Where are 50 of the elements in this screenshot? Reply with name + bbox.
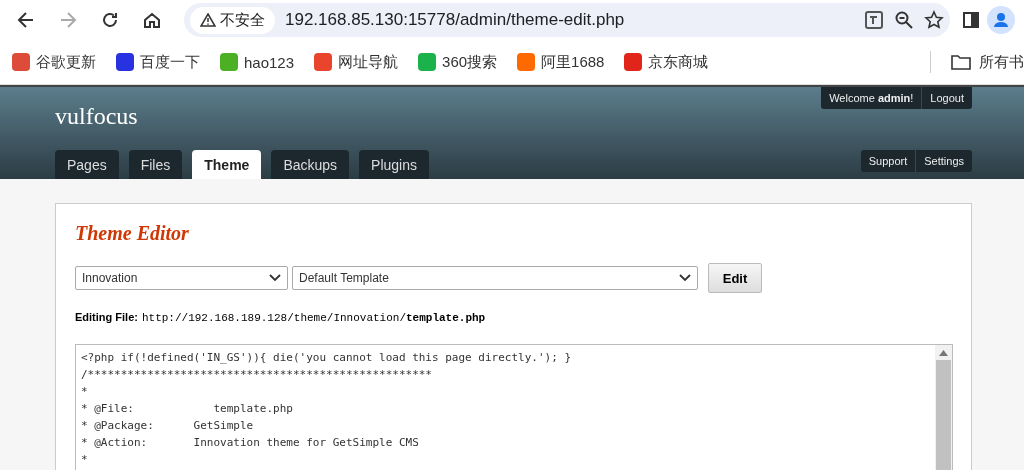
- bookmark-link[interactable]: 360搜索: [418, 52, 498, 72]
- theme-dropdown[interactable]: Innovation: [75, 266, 288, 290]
- scrollbar-thumb[interactable]: [936, 360, 951, 470]
- bookmark-link[interactable]: 京东商城: [624, 52, 709, 72]
- page-heading: Theme Editor: [75, 222, 190, 245]
- code-line: <?php if(!defined('IN_GS')){ die('you cannot load this page directly.'); }: [81, 350, 573, 366]
- code-line: *: [81, 452, 89, 468]
- code-editor[interactable]: [75, 344, 953, 470]
- address-bar[interactable]: 不安全 192.168.85.130:15778/admin/theme-edit.php: [184, 3, 950, 37]
- header-link[interactable]: Support: [860, 150, 916, 172]
- welcome-text: Welcome admin!: [828, 91, 915, 106]
- bookmark-link[interactable]: 百度一下: [116, 52, 200, 72]
- chevron-icon: [679, 274, 691, 282]
- nav-tab[interactable]: Pages: [55, 150, 119, 179]
- zoom-icon[interactable]: [894, 10, 914, 30]
- warning-icon: [200, 13, 216, 27]
- bookmark-link[interactable]: 网址导航: [314, 52, 399, 72]
- code-line: * @File: template.php: [81, 401, 294, 417]
- logout-link[interactable]: Logout: [921, 87, 972, 109]
- scroll-up-icon[interactable]: [939, 350, 948, 356]
- bookmark-link[interactable]: 谷歌更新: [12, 52, 96, 72]
- nav-tab[interactable]: Backups: [271, 150, 350, 179]
- nav-tab[interactable]: Theme: [192, 150, 262, 179]
- scrollbar[interactable]: [935, 345, 952, 470]
- code-line: * @Action: Innovation theme for GetSimple CMS: [81, 435, 420, 451]
- header-link[interactable]: Settings: [915, 150, 972, 172]
- editing-file-label: Editing File:: [75, 311, 138, 323]
- editing-file-path: http://192.168.189.128/theme/Innovation/template.php: [141, 312, 486, 324]
- star-icon[interactable]: [924, 10, 944, 30]
- template-dropdown[interactable]: Default Template: [292, 266, 698, 290]
- bookmark-link[interactable]: 阿里1688: [517, 52, 605, 72]
- bookmark-link[interactable]: hao123: [220, 53, 295, 71]
- site-title[interactable]: vulfocus: [55, 103, 429, 130]
- chevron-icon: [269, 274, 281, 282]
- back-arrow-icon[interactable]: [17, 11, 35, 29]
- code-line: *: [81, 384, 89, 400]
- nav-tab[interactable]: Files: [128, 150, 183, 179]
- reload-icon[interactable]: [101, 11, 119, 29]
- translate-icon[interactable]: [864, 10, 884, 30]
- folder-icon: [951, 54, 971, 70]
- side-panel-icon[interactable]: [962, 11, 980, 29]
- url-text: 192.168.85.130:15778/admin/theme-edit.php: [285, 10, 626, 30]
- profile-avatar-icon[interactable]: [986, 5, 1016, 35]
- code-line: /****************************************************: [81, 367, 433, 383]
- home-icon[interactable]: [143, 11, 161, 29]
- security-chip[interactable]: 不安全: [190, 6, 275, 34]
- bookmarks-folder[interactable]: 所有书: [951, 52, 1024, 72]
- edit-button[interactable]: Edit: [708, 263, 762, 293]
- code-line: * @Package: GetSimple: [81, 418, 255, 434]
- nav-tab[interactable]: Plugins: [359, 150, 429, 179]
